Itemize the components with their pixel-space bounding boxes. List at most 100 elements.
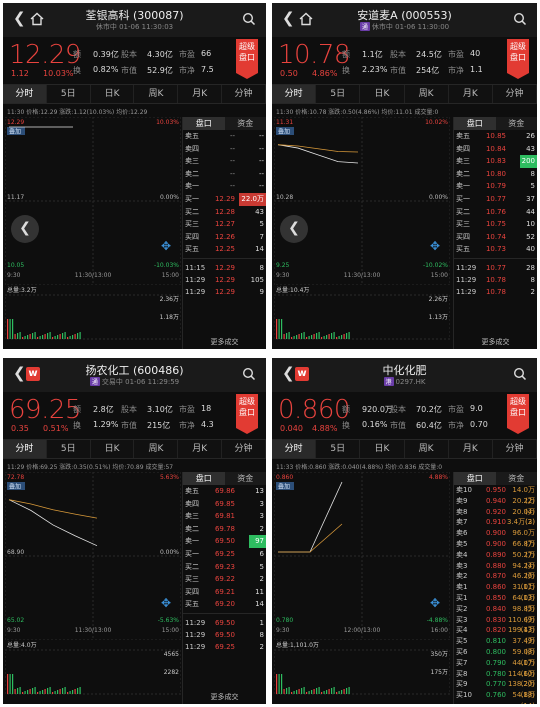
book-volume: 3.4万(2) xyxy=(506,518,535,527)
volume-bar xyxy=(308,336,310,339)
tab-period[interactable]: 分时 xyxy=(272,440,317,458)
orderbook-row: 卖一 69.50 97 xyxy=(183,535,266,548)
orderbook-tab[interactable]: 盘口 xyxy=(454,472,496,485)
collapse-chevron-icon[interactable]: ❮ xyxy=(11,215,39,243)
x-label-close: 15:00 xyxy=(162,272,179,279)
pct-label-bottom: -10.02% xyxy=(423,262,448,269)
badge-line1: 超级 xyxy=(510,397,526,406)
stat-label: 额 xyxy=(342,405,350,414)
collapse-chevron-icon[interactable]: ❮ xyxy=(280,215,308,243)
volume-bar xyxy=(331,688,333,694)
tab-period[interactable]: 分钟 xyxy=(493,85,537,103)
trade-time: 11:29 xyxy=(185,618,206,627)
tab-period[interactable]: 周K xyxy=(405,85,449,103)
book-volume: -- xyxy=(258,157,264,166)
search-icon[interactable] xyxy=(513,11,527,26)
tab-period[interactable]: 月K xyxy=(449,440,493,458)
tab-period[interactable]: 分钟 xyxy=(222,85,266,103)
stat-label: 市净 xyxy=(179,66,195,75)
volume-bar xyxy=(64,332,66,339)
tab-period[interactable]: 日K xyxy=(360,440,405,458)
tab-period[interactable]: 5日 xyxy=(316,440,361,458)
book-price: 10.77 xyxy=(485,194,506,203)
volume-bar xyxy=(77,333,79,339)
book-side-label: 卖三 xyxy=(456,157,470,166)
tab-period[interactable]: 分钟 xyxy=(222,440,266,458)
stock-title: 扬农化工 (600486) xyxy=(85,364,184,377)
tab-period[interactable]: 日K xyxy=(91,440,135,458)
stat-label: 股本 xyxy=(390,50,406,59)
volume-bar xyxy=(29,334,31,339)
orderbook-row: 卖四 -- -- xyxy=(183,143,266,156)
book-side-label: 卖10 xyxy=(456,486,472,494)
search-icon[interactable] xyxy=(513,366,527,381)
volume-bar xyxy=(42,690,44,694)
volume-bar xyxy=(72,690,74,694)
trade-row: 11:29 69.25 2 xyxy=(183,641,266,653)
volume-bar xyxy=(308,691,310,694)
tab-period[interactable]: 月K xyxy=(178,85,223,103)
stat-value: 2.8亿 xyxy=(93,405,114,414)
orderbook-row: 卖三 10.83 200 xyxy=(454,155,537,168)
market-status: 通休市中 01-06 11:30:00 xyxy=(272,22,537,32)
super-orderbook-button[interactable]: 超级 盘口 xyxy=(236,394,258,434)
tab-period[interactable]: 分时 xyxy=(3,85,47,103)
y-label-mid: 68.90 xyxy=(7,549,24,556)
tab-period[interactable]: 周K xyxy=(134,440,179,458)
book-price: -- xyxy=(229,144,235,153)
orderbook-tab[interactable]: 资金 xyxy=(496,472,538,485)
intraday-chart[interactable]: 72.78 68.90 65.02 5.63% 0.00% -5.63% 9:30 11:30… xyxy=(5,472,181,640)
tab-period[interactable]: 分钟 xyxy=(493,440,537,458)
volume-chart: 总量:1,101.0万 350万 175万 xyxy=(274,641,450,695)
book-price: 69.86 xyxy=(214,487,235,495)
trade-volume: 1 xyxy=(259,618,264,627)
volume-bar xyxy=(298,689,300,694)
crosshair-icon[interactable]: ✥ xyxy=(430,596,440,610)
badge-line1: 超级 xyxy=(239,397,255,406)
crosshair-icon[interactable]: ✥ xyxy=(430,239,440,253)
volume-bar xyxy=(346,688,348,694)
tab-period[interactable]: 周K xyxy=(134,85,179,103)
book-price: 0.780 xyxy=(485,669,506,678)
trade-price: 12.29 xyxy=(214,287,235,296)
book-price: -- xyxy=(229,182,235,191)
volume-bar xyxy=(14,689,16,694)
orderbook-tab[interactable]: 盘口 xyxy=(183,472,225,485)
tab-period[interactable]: 日K xyxy=(91,85,135,103)
more-trades-link[interactable]: 更多成交 xyxy=(183,337,266,347)
tab-period[interactable]: 分时 xyxy=(3,440,47,458)
intraday-chart[interactable]: 12.29 11.17 10.05 10.03% 0.00% -10.03% 9:30 11:… xyxy=(5,117,181,285)
tab-period[interactable]: 月K xyxy=(449,85,493,103)
orderbook-tab[interactable]: 资金 xyxy=(225,117,267,130)
tab-period[interactable]: 5日 xyxy=(316,85,361,103)
volume-total: 总量:1,101.0万 xyxy=(276,641,319,649)
volume-bar xyxy=(37,337,39,339)
orderbook-tab[interactable]: 盘口 xyxy=(183,117,225,130)
crosshair-icon[interactable]: ✥ xyxy=(161,239,171,253)
super-orderbook-button[interactable]: 超级 盘口 xyxy=(507,394,529,434)
orderbook-tab[interactable]: 资金 xyxy=(496,117,538,130)
trade-volume: 105 xyxy=(250,275,264,284)
tab-period[interactable]: 周K xyxy=(405,440,449,458)
volume-bar xyxy=(281,674,283,694)
tab-period[interactable]: 分时 xyxy=(272,85,317,103)
crosshair-icon[interactable]: ✥ xyxy=(161,596,171,610)
intraday-chart[interactable]: 11.31 10.28 9.25 10.02% 0.00% -10.02% 9:30 11:3… xyxy=(274,117,450,285)
trade-row: 11:29 12.29 9 xyxy=(183,286,266,298)
tab-period[interactable]: 日K xyxy=(360,85,405,103)
intraday-chart[interactable]: 0.860 0.780 4.88% -4.88% 9:30 12:00/13:00 16:0… xyxy=(274,472,450,640)
tab-period[interactable]: 月K xyxy=(178,440,223,458)
orderbook-tab[interactable]: 盘口 xyxy=(454,117,496,130)
more-trades-link[interactable]: 更多成交 xyxy=(454,337,537,347)
tab-period[interactable]: 5日 xyxy=(47,85,91,103)
super-orderbook-button[interactable]: 超级 盘口 xyxy=(507,39,529,79)
price-line xyxy=(278,481,343,553)
super-orderbook-button[interactable]: 超级 盘口 xyxy=(236,39,258,79)
more-trades-link[interactable]: 更多成交 xyxy=(183,692,266,702)
orderbook-tab[interactable]: 资金 xyxy=(225,472,267,485)
tab-period[interactable]: 5日 xyxy=(47,440,91,458)
orderbook-row: 卖9 0.940 20.2万(4) xyxy=(454,496,537,516)
search-icon[interactable] xyxy=(242,11,256,26)
search-icon[interactable] xyxy=(242,366,256,381)
book-volume: 54.8万(14) xyxy=(512,691,535,704)
